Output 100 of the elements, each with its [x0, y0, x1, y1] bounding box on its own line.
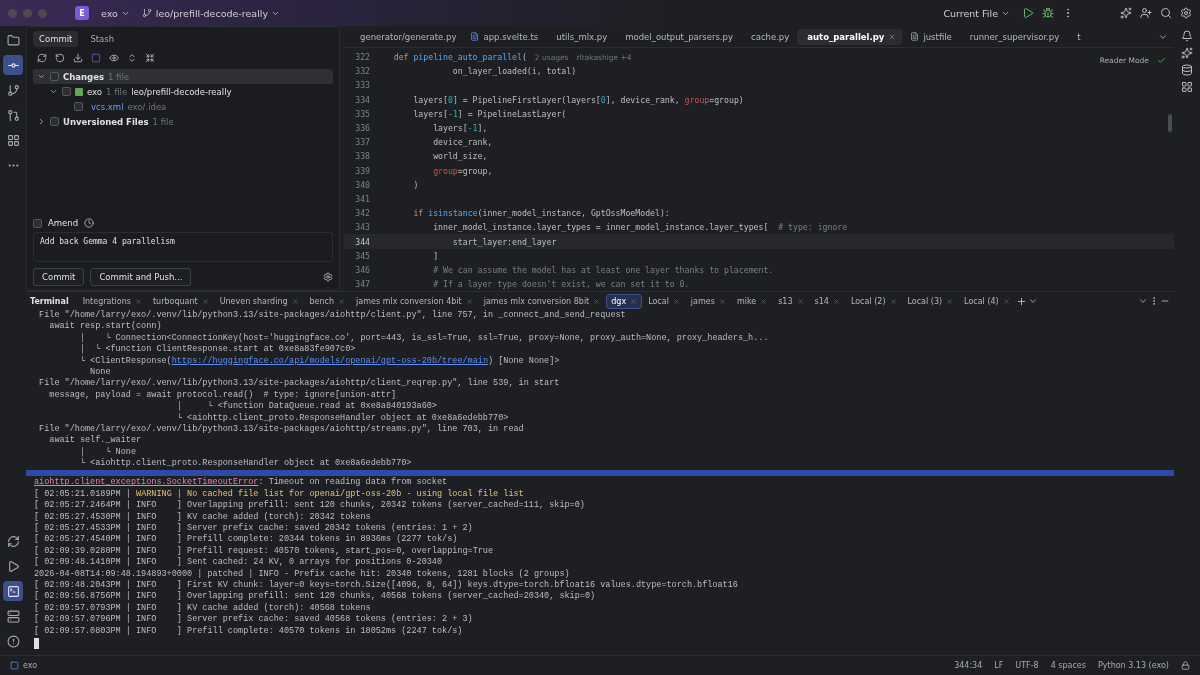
- terminal-line: │ └ None: [78, 446, 138, 457]
- tree-row[interactable]: Unversioned Files 1 file: [33, 114, 333, 129]
- line-number: 336: [354, 123, 371, 134]
- terminal-line: File "/home/larry/exo/.venv/lib/python3.13/site-packages/aiohttp/client_reqrep.py", line 539, in start: [38, 378, 561, 390]
- line-number: 335: [354, 108, 371, 119]
- terminal-tab[interactable]: dgx: [606, 293, 643, 309]
- code-line: layers[-1],: [432, 123, 488, 134]
- code-line: ]: [432, 250, 439, 261]
- line-number: 346: [354, 264, 371, 275]
- terminal-line: await self._waiter: [48, 435, 143, 447]
- terminal-line: │ └ Connection<ConnectionKey(host='huggingface.co', port=443, is_ssl=True, ssl=True, proxy=None, proxy_auth=None, proxy_headers_h...: [78, 332, 770, 344]
- code-line: group=group,: [432, 165, 493, 176]
- terminal-line: [ 02:05:27.4533PM | INFO ] Server prefix cache: saved 20342 tokens (entries: 1 + 2): [34, 523, 474, 534]
- panel-tab[interactable]: Stash: [84, 31, 121, 47]
- file-count: 1 file: [106, 86, 128, 97]
- terminal-line: [ 02:09:48.1410PM | INFO ] Sent cached: 24 KV, 0 arrays for positions 0-20340: [34, 557, 444, 569]
- terminal-line: [ 02:05:27.4540PM | INFO ] Prefill complete: 20344 tokens in 8936ms (2277 tok/s): [34, 534, 459, 546]
- file-count: 1 file: [108, 71, 130, 82]
- file-tab[interactable]: justfile: [904, 28, 958, 45]
- file-tab[interactable]: runner_supervisor.py: [959, 28, 1066, 45]
- file-tab[interactable]: auto_parallel.py: [797, 28, 903, 45]
- code-line: ): [412, 179, 419, 190]
- terminal-line: None: [89, 366, 112, 378]
- terminal-tab[interactable]: bench: [304, 293, 351, 309]
- terminal-tab[interactable]: james mlx conversion 4bit: [351, 293, 478, 309]
- terminal-tab[interactable]: mike: [731, 293, 773, 309]
- tree-row[interactable]: Changes 1 file: [33, 69, 333, 84]
- file-count: 1 file: [152, 116, 174, 127]
- line-number: 332: [354, 66, 371, 77]
- terminal-line: │ └ <function ClientResponse.start at 0xe8a83fe907c0>: [78, 344, 357, 356]
- line-number: 334: [354, 94, 371, 105]
- terminal-line: await resp.start(conn): [48, 321, 163, 333]
- terminal-tab[interactable]: Integrations: [77, 293, 147, 309]
- line-number: 343: [354, 222, 371, 233]
- line-number: 340: [354, 179, 371, 190]
- terminal-line: [ 02:09:57.0796PM | INFO ] Server prefix cache: saved 40568 tokens (entries: 2 + 3): [34, 614, 474, 626]
- project-name[interactable]: exo: [23, 661, 38, 670]
- terminal-tab[interactable]: Local: [643, 293, 685, 309]
- commit-message-field[interactable]: Add back Gemma 4 parallelism: [33, 232, 333, 262]
- line-number: 338: [354, 151, 371, 162]
- status-item[interactable]: UTF-8: [1015, 661, 1039, 670]
- terminal-tab[interactable]: james: [685, 293, 731, 309]
- tree-row[interactable]: exo 1 file leo/prefill-decode-really: [33, 84, 333, 99]
- terminal-tab[interactable]: Local (4): [959, 293, 1015, 309]
- line-number: 339: [354, 165, 371, 176]
- run-config-menu[interactable]: Current File: [939, 5, 1014, 21]
- file-tab[interactable]: model_output_parsers.py: [615, 28, 739, 45]
- file-path: exo/.idea: [127, 101, 167, 112]
- code-line: world_size,: [432, 151, 488, 162]
- tree-row[interactable]: vcs.xml exo/.idea: [33, 99, 333, 114]
- terminal-line: message, payload = await protocol.read() # type: ignore[union-attr]: [48, 389, 398, 401]
- terminal-tab[interactable]: Local (3): [902, 293, 959, 309]
- terminal-tab[interactable]: s13: [773, 293, 809, 309]
- project-menu[interactable]: exo: [97, 5, 134, 21]
- line-number: 322: [354, 52, 371, 63]
- line-number: 342: [354, 208, 371, 219]
- line-number: 333: [354, 80, 371, 91]
- status-item[interactable]: 4 spaces: [1050, 661, 1086, 670]
- file-tab[interactable]: generator/generate.py: [350, 28, 463, 45]
- line-number: 344: [354, 236, 371, 247]
- branch-menu[interactable]: leo/prefill-decode-really: [151, 5, 285, 21]
- terminal-line: └ <aiohttp.client_proto.ResponseHandler object at 0xe8a6edebb770>: [78, 458, 413, 470]
- status-item[interactable]: 344:34: [954, 661, 983, 670]
- terminal-line: [ 02:09:48.2043PM | INFO ] First KV chunk: layer=0 keys=torch.Size([4096, 8, 64]) keys.dtype=torch.bfloat16 values.dtype=torch.bfloat16: [34, 580, 739, 591]
- tree-label: exo: [87, 86, 103, 97]
- status-item[interactable]: LF: [994, 661, 1004, 670]
- panel-tab[interactable]: Commit: [33, 31, 79, 47]
- amend-label: Amend: [48, 218, 79, 228]
- commit-button[interactable]: Commit and Push...: [90, 268, 192, 286]
- terminal-line: File "/home/larry/exo/.venv/lib/python3.13/site-packages/aiohttp/streams.py", line 703, in read: [38, 423, 525, 435]
- terminal-tab[interactable]: Local (2): [845, 293, 902, 309]
- terminal-line: [ 02:05:27.2464PM | INFO ] Overlapping prefill: sent 120 chunks, 20342 tokens (server_cached=111, skip=0): [34, 500, 586, 512]
- file-tab[interactable]: cache.py: [741, 28, 796, 45]
- code-line: start_layer:end_layer: [451, 236, 557, 247]
- code-line: if isinstance(inner_model_instance, GptOssMoeModel):: [412, 208, 670, 219]
- commit-button[interactable]: Commit: [33, 268, 85, 286]
- file-tab[interactable]: app.svelte.ts: [464, 28, 545, 45]
- terminal-line: [ 02:09:56.8756PM | INFO ] Overlapping prefill: sent 120 chunks, 40568 tokens (server_cached=20340, skip=0): [34, 591, 597, 603]
- code-line: on_layer_loaded(i, total): [451, 66, 577, 77]
- terminal-line: File "/home/larry/exo/.venv/lib/python3.13/site-packages/aiohttp/client.py", line 757, in _connect_and_send_request: [38, 310, 627, 321]
- terminal-tab[interactable]: Uneven sharding: [214, 293, 304, 309]
- code-line: layers[0] = PipelineFirstLayer(layers[0], device_rank, group=group): [412, 94, 744, 105]
- terminal-line: [ 02:05:27.4530PM | INFO ] KV cache added (torch): 20342 tokens: [34, 511, 372, 523]
- line-number: 347: [354, 279, 371, 290]
- code-line: def pipeline_auto_parallel(: [392, 52, 527, 63]
- terminal-tab[interactable]: turboquant: [147, 293, 214, 309]
- branch-name: leo/prefill-decode-really: [131, 86, 232, 97]
- status-item[interactable]: Python 3.13 (exo): [1097, 661, 1169, 670]
- file-tab[interactable]: t: [1067, 28, 1087, 45]
- project-badge: E: [75, 6, 89, 20]
- terminal-line: [ 02:05:21.0189PM | WARNING | No cached file list for openai/gpt-oss-20b - using local file list: [34, 488, 525, 500]
- file-tab[interactable]: utils_mlx.py: [546, 28, 614, 45]
- terminal-tab[interactable]: james mlx conversion 8bit: [478, 293, 606, 309]
- terminal-tab[interactable]: s14: [809, 293, 845, 309]
- code-line: # If a layer type doesn't exist, we can set it to 0.: [432, 279, 690, 290]
- tree-label: Unversioned Files: [63, 116, 149, 127]
- terminal-title: Terminal: [30, 296, 69, 306]
- terminal-line: └ <aiohttp.client_proto.ResponseHandler object at 0xe8a6edebb770>: [175, 412, 510, 424]
- code-line: layers[-1] = PipelineLastLayer(: [412, 108, 567, 119]
- line-number: 337: [354, 137, 371, 148]
